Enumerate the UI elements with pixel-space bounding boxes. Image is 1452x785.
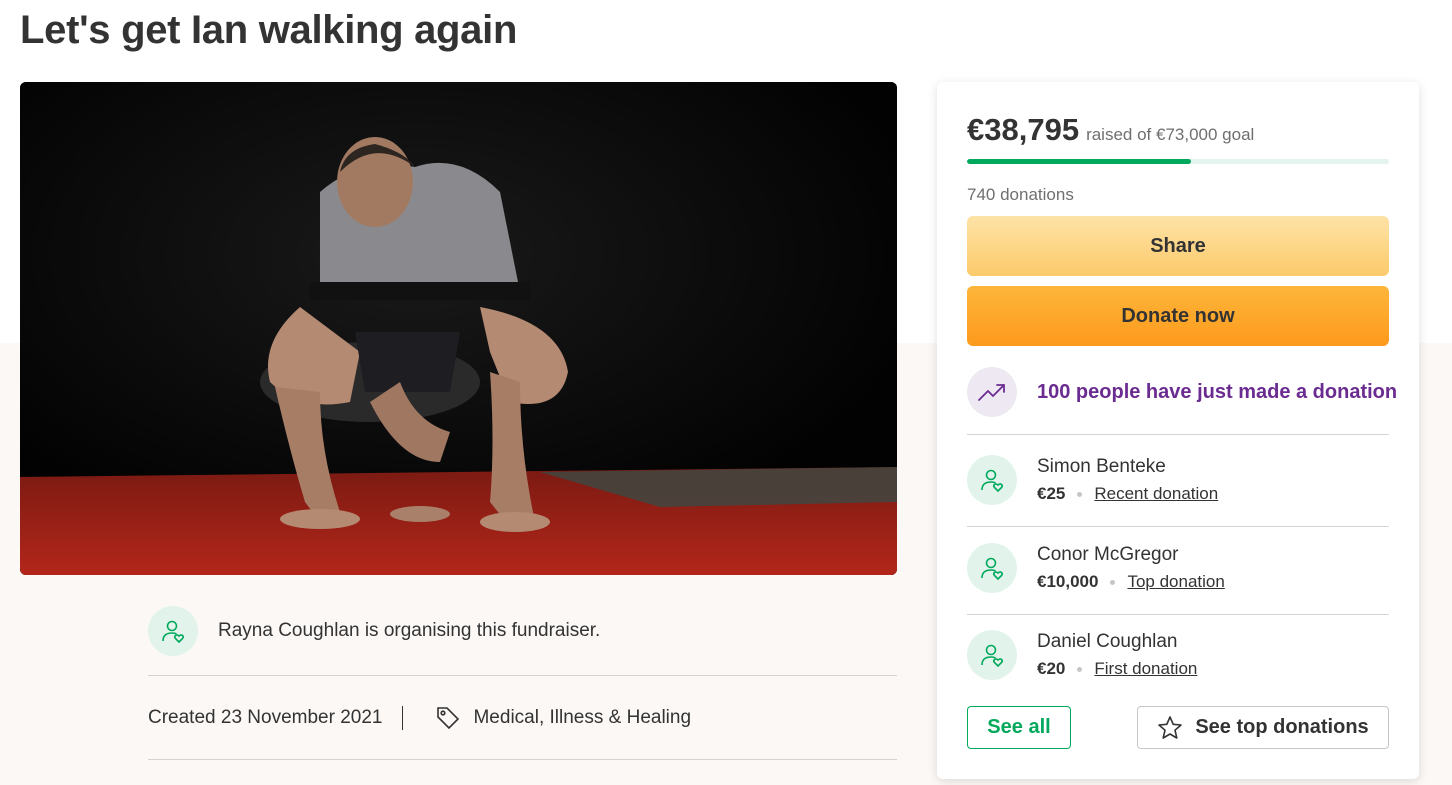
divider xyxy=(148,675,897,676)
tag-icon xyxy=(435,705,461,731)
donor-amount: €10,000 xyxy=(1037,572,1099,591)
donate-now-button[interactable]: Donate now xyxy=(967,286,1389,346)
raised-amount: €38,795 xyxy=(967,112,1080,147)
user-heart-icon xyxy=(148,606,198,656)
user-heart-icon xyxy=(967,543,1017,593)
divider xyxy=(967,526,1389,527)
share-button[interactable]: Share xyxy=(967,216,1389,276)
user-heart-icon xyxy=(967,630,1017,680)
bullet-separator xyxy=(1077,491,1083,497)
donor-amount: €25 xyxy=(1037,484,1066,503)
progress-bar xyxy=(967,159,1389,164)
divider xyxy=(967,614,1389,615)
donation-type-link[interactable]: First donation xyxy=(1094,659,1197,679)
organiser-text: Rayna Coughlan is organising this fundra… xyxy=(218,620,601,641)
donation-type-link[interactable]: Recent donation xyxy=(1094,484,1218,504)
donor-name: Daniel Coughlan xyxy=(1037,631,1178,652)
recent-activity-text: 100 people have just made a donation xyxy=(1037,380,1398,403)
bullet-separator xyxy=(1077,666,1083,672)
bullet-separator xyxy=(1110,579,1116,585)
organiser-row: Rayna Coughlan is organising this fundra… xyxy=(148,606,600,656)
user-heart-icon xyxy=(967,455,1017,505)
star-icon xyxy=(1157,715,1183,741)
donor-name: Simon Benteke xyxy=(1037,456,1166,477)
donor-list-item: Daniel Coughlan €20 First donation xyxy=(967,630,1197,680)
see-all-button[interactable]: See all xyxy=(967,706,1071,749)
donor-list-item: Conor McGregor €10,000 Top donation xyxy=(967,543,1225,593)
divider xyxy=(967,434,1389,435)
donation-type-link[interactable]: Top donation xyxy=(1127,572,1224,592)
donation-count: 740 donations xyxy=(967,185,1074,204)
donor-amount: €20 xyxy=(1037,659,1066,678)
page-title: Let's get Ian walking again xyxy=(20,8,518,52)
see-top-donations-label: See top donations xyxy=(1195,716,1369,738)
recent-activity: 100 people have just made a donation xyxy=(967,367,1397,417)
fundraiser-hero-image xyxy=(20,82,897,575)
trending-up-icon xyxy=(967,367,1017,417)
meta-separator xyxy=(402,706,404,730)
progress-fill xyxy=(967,159,1192,164)
fundraiser-meta: Created 23 November 2021 Medical, Illnes… xyxy=(148,705,691,731)
donor-list-item: Simon Benteke €25 Recent donation xyxy=(967,455,1218,505)
donation-card: €38,795 raised of €73,000 goal 740 donat… xyxy=(937,82,1419,779)
divider xyxy=(148,759,897,760)
created-date: Created 23 November 2021 xyxy=(148,707,383,728)
donor-name: Conor McGregor xyxy=(1037,544,1179,565)
goal-text: raised of €73,000 goal xyxy=(1086,125,1255,144)
raised-summary: €38,795 raised of €73,000 goal xyxy=(967,112,1254,148)
category-link[interactable]: Medical, Illness & Healing xyxy=(473,707,691,729)
see-top-donations-button[interactable]: See top donations xyxy=(1137,706,1389,749)
